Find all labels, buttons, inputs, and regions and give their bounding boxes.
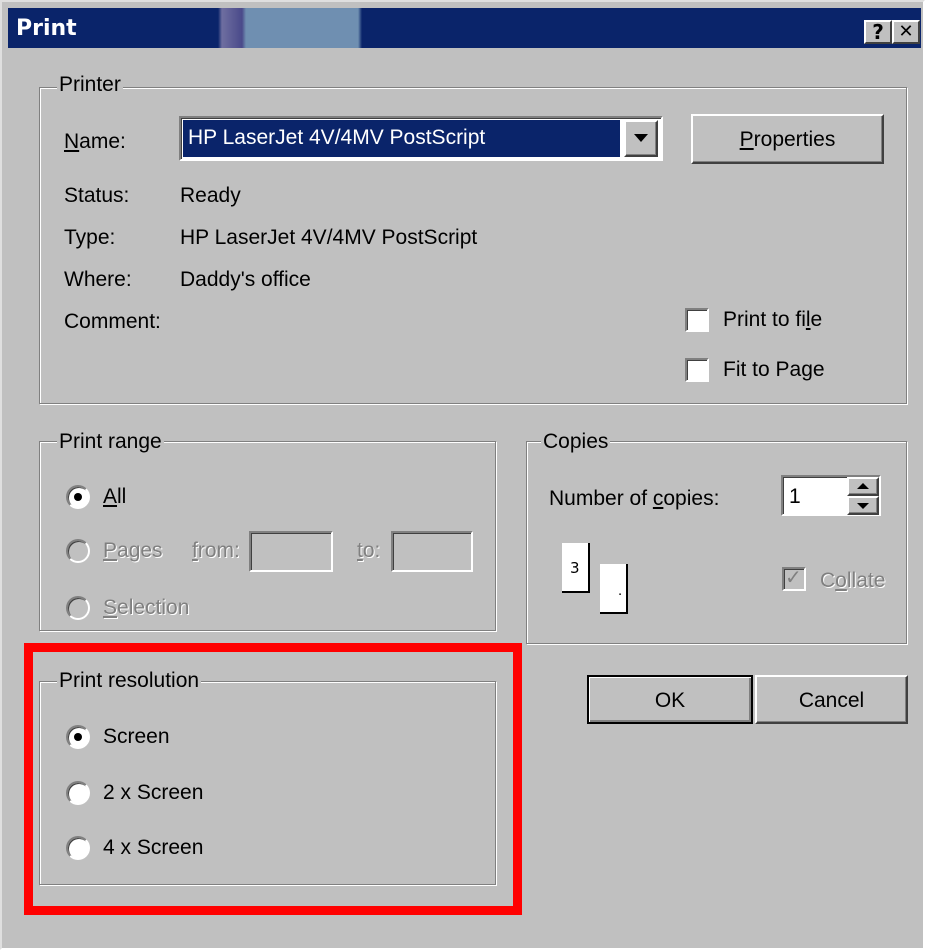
from-label: from: xyxy=(192,539,240,562)
collate-page-icon-front: 3 xyxy=(562,543,590,593)
fit-to-page-label: Fit to Page xyxy=(723,358,825,381)
type-value: HP LaserJet 4V/4MV PostScript xyxy=(180,226,478,249)
selection-label: Selection xyxy=(103,596,190,619)
type-label: Type: xyxy=(64,226,116,249)
copies-up-button[interactable] xyxy=(847,477,879,496)
selection-radio[interactable] xyxy=(66,596,90,620)
print-range-legend: Print range xyxy=(57,430,164,454)
radio-selected-dot xyxy=(74,493,82,501)
close-icon: ✕ xyxy=(898,21,914,42)
print-to-file-label: Print to file xyxy=(723,308,823,331)
to-page-input[interactable] xyxy=(391,531,473,572)
from-page-input[interactable] xyxy=(249,531,333,572)
help-icon: ? xyxy=(872,20,884,44)
number-of-copies-label: Number of copies: xyxy=(549,487,720,510)
printer-name-dropdown-button[interactable] xyxy=(624,120,658,157)
help-button[interactable]: ? xyxy=(864,20,892,44)
cancel-button[interactable]: Cancel xyxy=(755,675,908,724)
fit-to-page-checkbox[interactable] xyxy=(685,358,709,382)
print-to-file-checkbox[interactable] xyxy=(685,308,709,332)
printer-name-value: HP LaserJet 4V/4MV PostScript xyxy=(188,126,486,149)
where-value: Daddy's office xyxy=(180,268,311,291)
copies-down-button[interactable] xyxy=(847,496,879,515)
chevron-down-icon xyxy=(857,503,869,509)
status-value: Ready xyxy=(180,184,241,207)
collate-label: Collate xyxy=(820,569,886,592)
ok-button[interactable]: OK xyxy=(587,675,753,724)
pages-label: Pages xyxy=(103,539,163,562)
printer-legend: Printer xyxy=(57,73,123,97)
checkmark-icon: ✓ xyxy=(785,567,802,589)
close-button[interactable]: ✕ xyxy=(892,20,920,44)
collate-page-number: 3 xyxy=(570,559,580,577)
chevron-down-icon xyxy=(634,134,648,142)
comment-label: Comment: xyxy=(64,310,161,333)
title-bar[interactable]: Print ? ✕ xyxy=(8,8,921,48)
pages-radio[interactable] xyxy=(66,539,90,563)
properties-button[interactable]: Properties xyxy=(691,114,884,164)
window-title: Print xyxy=(16,16,77,41)
properties-button-label: Properties xyxy=(739,128,836,151)
cancel-button-label: Cancel xyxy=(798,689,865,712)
ok-button-label: OK xyxy=(654,689,686,712)
collate-page-icon-back: . xyxy=(600,564,628,614)
chevron-up-icon xyxy=(857,483,869,489)
print-dialog: Print ? ✕ Printer Name: HP LaserJet 4V/4… xyxy=(0,0,925,950)
to-label: to: xyxy=(357,539,381,562)
all-label: All xyxy=(103,485,127,508)
copies-value: 1 xyxy=(789,485,801,508)
all-radio[interactable] xyxy=(66,485,90,509)
status-label: Status: xyxy=(64,184,130,207)
copies-legend: Copies xyxy=(541,430,611,454)
name-label: Name: xyxy=(64,130,126,153)
collate-checkbox[interactable]: ✓ xyxy=(782,567,806,591)
highlight-box xyxy=(24,643,522,915)
where-label: Where: xyxy=(64,268,132,291)
